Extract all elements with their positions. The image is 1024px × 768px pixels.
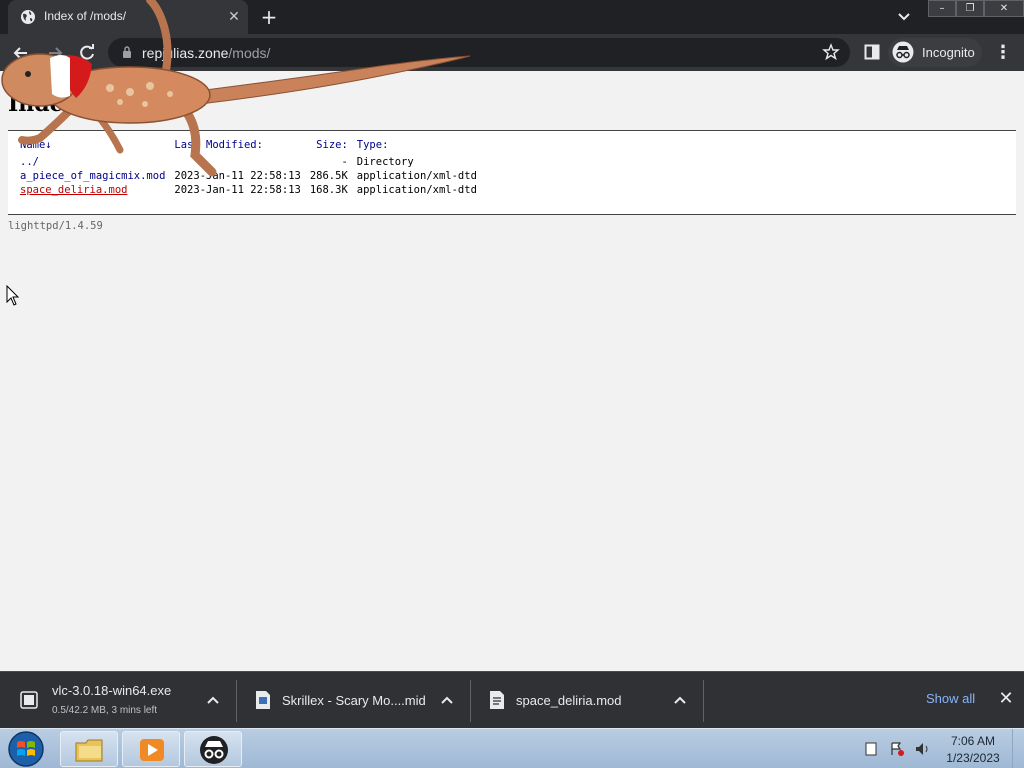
side-panel-icon[interactable] [864,44,880,60]
network-icon [865,742,877,756]
window-controls: – ❐ ✕ [928,0,1024,18]
download-separator [703,680,704,722]
maximize-button[interactable]: ❐ [956,0,984,17]
chevron-up-icon[interactable] [672,692,688,708]
download-bar: vlc-3.0.18-win64.exe 0.5/42.2 MB, 3 mins… [0,671,1024,728]
more-menu-icon[interactable]: ⋮ [994,42,1012,64]
chevron-up-icon[interactable] [439,692,455,708]
minimize-button[interactable]: – [928,0,956,17]
server-footer: lighttpd/1.4.59 [8,220,103,232]
mouse-cursor-icon [6,285,20,306]
lizard-desktop-pet-icon[interactable] [0,0,480,190]
show-desktop-button[interactable] [1012,729,1024,768]
incognito-icon [892,41,914,63]
midi-file-icon [256,691,270,709]
download-item[interactable]: Skrillex - Scary Mo....mid [254,678,464,722]
incognito-label: Incognito [922,45,975,60]
media-player-icon [140,739,164,761]
download-item[interactable]: space_deliria.mod [488,678,698,722]
volume-icon [916,743,923,755]
start-orb-icon[interactable] [6,730,46,768]
chevron-up-icon[interactable] [205,692,221,708]
close-window-button[interactable]: ✕ [984,0,1024,17]
taskbar-chrome-incognito-button[interactable] [184,731,242,767]
taskbar-media-player-button[interactable] [122,731,180,767]
incognito-icon [200,736,228,764]
windows-taskbar: 7:06 AM 1/23/2023 [0,728,1024,768]
clock-date[interactable]: 1/23/2023 [940,751,1006,765]
folder-icon [75,739,103,762]
taskbar-explorer-button[interactable] [60,731,118,767]
download-separator [236,680,237,722]
document-file-icon [490,691,504,709]
download-filename: Skrillex - Scary Mo....mid [282,693,426,708]
show-all-downloads-button[interactable]: Show all [926,691,975,706]
download-filename: vlc-3.0.18-win64.exe [52,683,172,698]
download-status: 0.5/42.2 MB, 3 mins left [52,705,158,716]
clock-time[interactable]: 7:06 AM [940,734,1006,748]
chevron-down-icon[interactable] [895,9,913,25]
download-item[interactable]: vlc-3.0.18-win64.exe 0.5/42.2 MB, 3 mins… [20,678,230,722]
star-icon[interactable] [822,43,840,61]
incognito-badge[interactable]: Incognito [888,38,982,67]
close-download-bar-icon[interactable]: ✕ [997,690,1015,708]
exe-file-icon [20,691,38,709]
download-filename: space_deliria.mod [516,693,622,708]
download-separator [470,680,471,722]
system-tray[interactable] [862,739,938,759]
